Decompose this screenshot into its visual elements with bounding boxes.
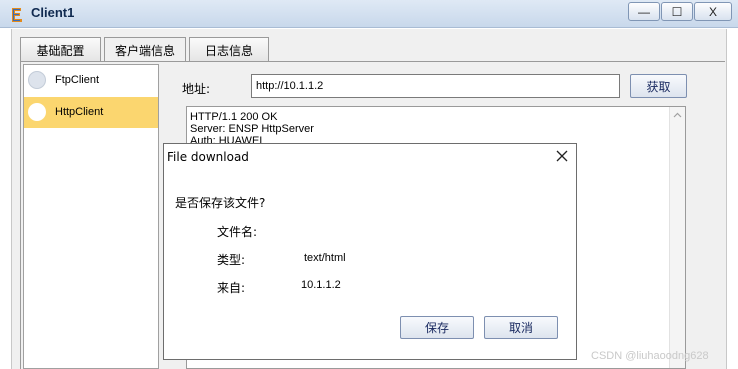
client-item-ftp[interactable]: FtpClient — [24, 65, 158, 96]
maximize-icon: ☐ — [671, 4, 683, 19]
address-input[interactable] — [251, 74, 620, 98]
title-bar: Client1 — ☐ X — [0, 0, 738, 28]
watermark: CSDN @liuhaoodng628 — [591, 350, 709, 362]
window-title: Client1 — [31, 5, 75, 20]
client-item-label: HttpClient — [55, 106, 104, 118]
response-line: HTTP/1.1 200 OK — [190, 111, 278, 123]
tab-label: 客户端信息 — [114, 43, 175, 58]
maximize-button[interactable]: ☐ — [661, 2, 693, 21]
scroll-up-icon[interactable] — [673, 111, 682, 120]
client-app-icon — [12, 8, 22, 22]
response-line: Server: ENSP HttpServer — [190, 123, 314, 135]
client-status-icon — [28, 71, 46, 89]
save-button-label: 保存 — [424, 321, 449, 335]
type-label: 类型: — [217, 253, 246, 267]
client-item-http[interactable]: HttpClient — [24, 97, 158, 128]
fetch-button-label: 获取 — [646, 79, 671, 94]
tab-label: 基础配置 — [36, 43, 85, 58]
fetch-button[interactable]: 获取 — [630, 74, 687, 98]
client-status-icon — [28, 103, 46, 121]
cancel-button-label: 取消 — [508, 321, 533, 335]
type-value: text/html — [304, 252, 346, 264]
tab-client-info[interactable]: 客户端信息 — [104, 37, 186, 62]
minimize-button[interactable]: — — [628, 2, 660, 21]
address-label: 地址: — [182, 82, 211, 96]
dialog-close-icon[interactable] — [554, 148, 570, 164]
tab-basic-config[interactable]: 基础配置 — [20, 37, 101, 62]
client-list: FtpClient HttpClient — [23, 64, 159, 369]
file-download-dialog: File download 是否保存该文件? 文件名: 类型: text/htm… — [163, 143, 577, 360]
dialog-title: File download — [167, 150, 249, 164]
minimize-icon: — — [638, 4, 650, 19]
vertical-scrollbar[interactable] — [669, 107, 685, 368]
tab-log-info[interactable]: 日志信息 — [189, 37, 269, 62]
cancel-button[interactable]: 取消 — [484, 316, 558, 339]
from-value: 10.1.1.2 — [301, 279, 341, 291]
filename-label: 文件名: — [217, 225, 258, 239]
tab-label: 日志信息 — [204, 43, 253, 58]
client-item-label: FtpClient — [55, 74, 100, 86]
close-window-button[interactable]: X — [694, 2, 732, 21]
from-label: 来自: — [217, 281, 246, 295]
close-icon: X — [708, 4, 717, 19]
save-button[interactable]: 保存 — [400, 316, 474, 339]
save-question: 是否保存该文件? — [175, 196, 266, 210]
